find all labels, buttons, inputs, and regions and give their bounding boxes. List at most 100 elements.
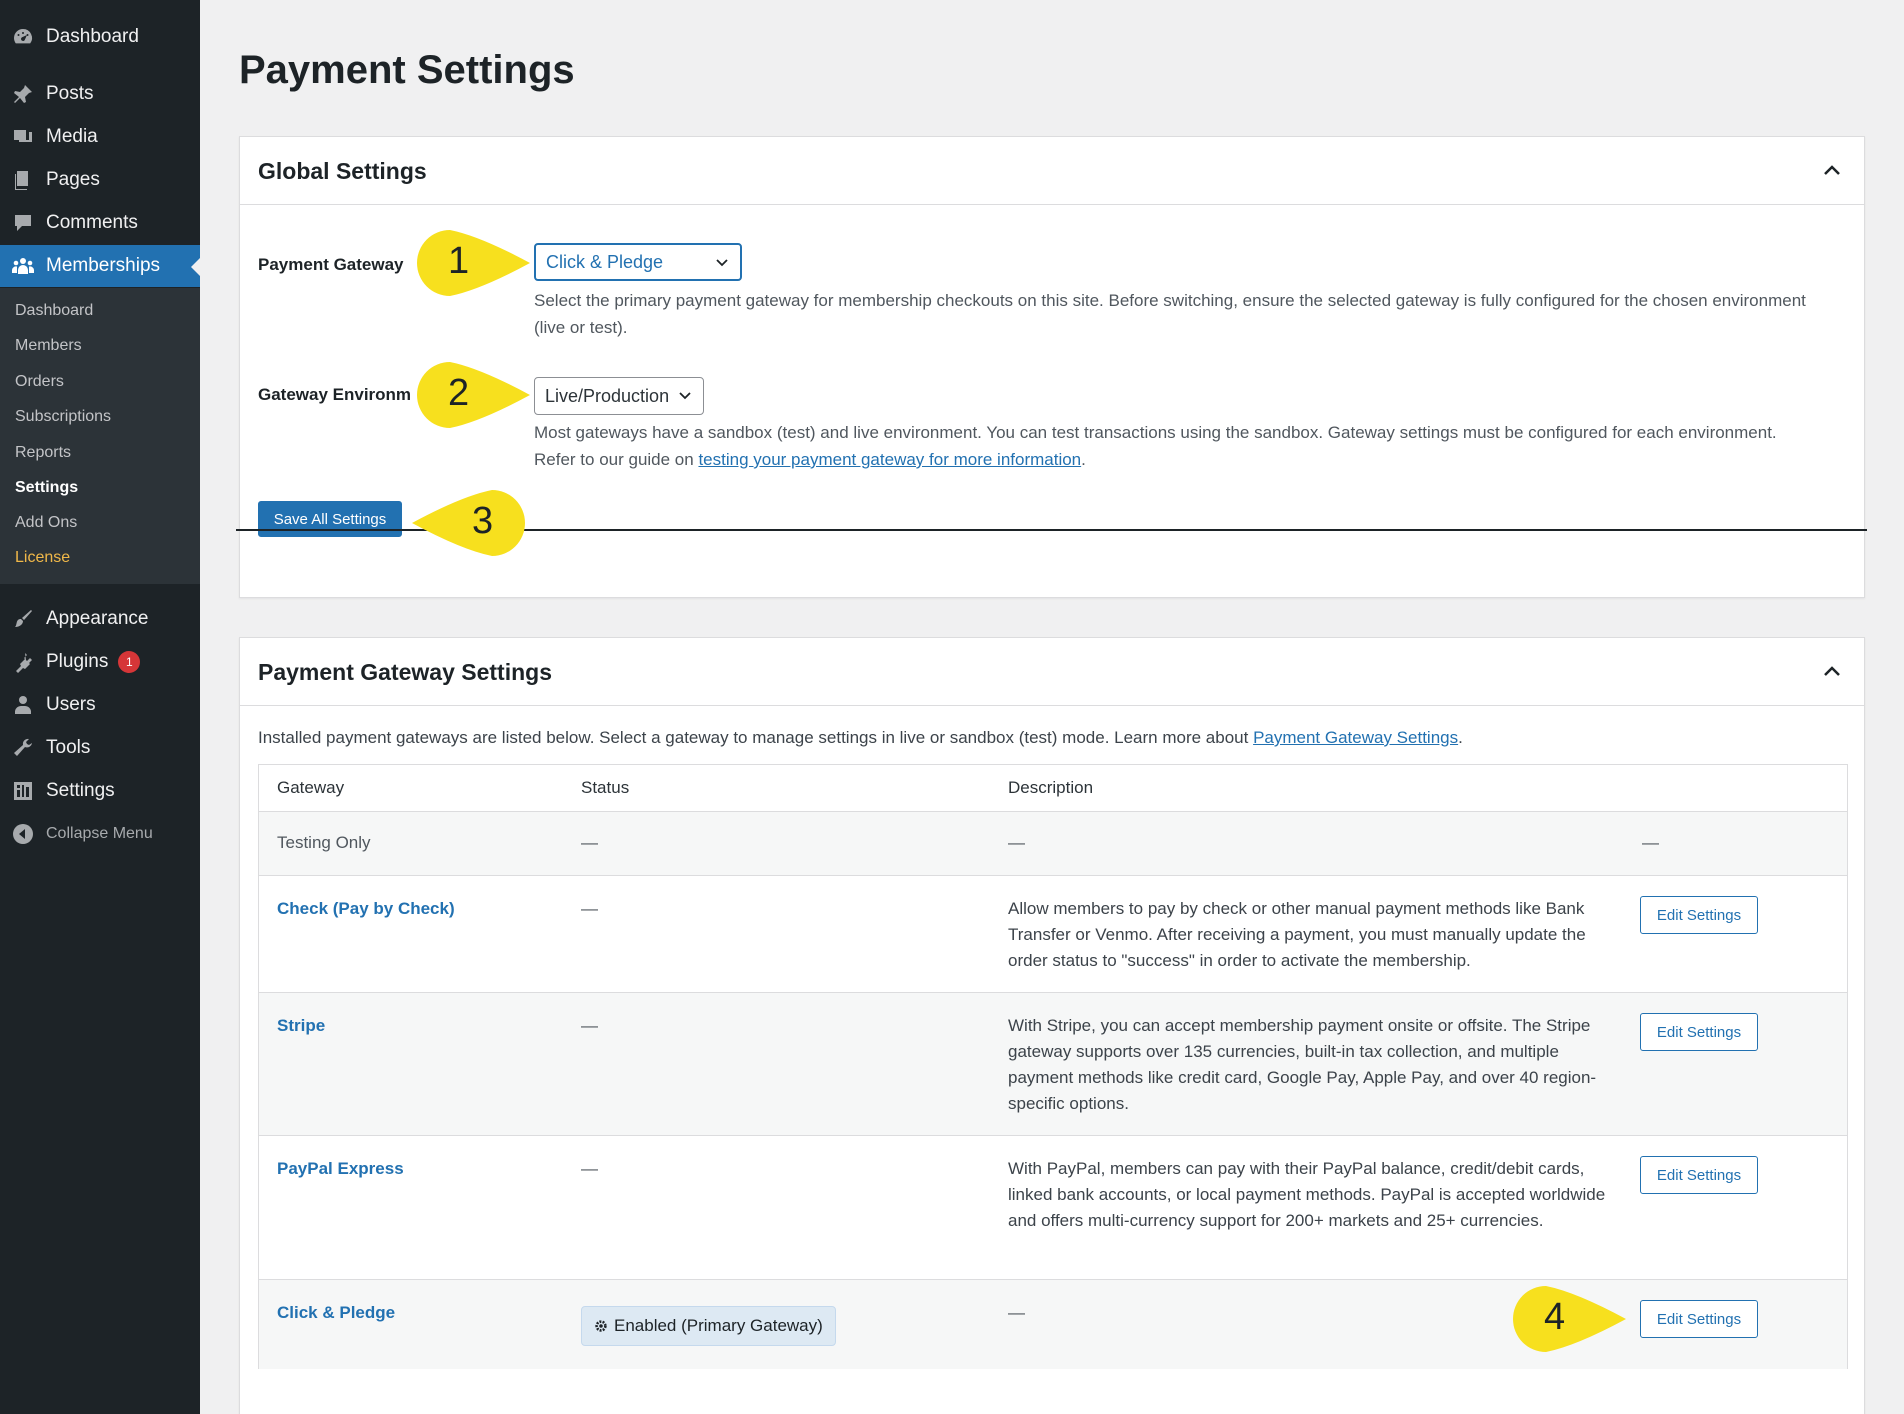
status-text: Enabled (Primary Gateway)	[614, 1316, 823, 1335]
gear-icon	[595, 1320, 607, 1332]
menu-label: Plugins	[46, 651, 109, 672]
collapse-menu-button[interactable]: Collapse Menu	[0, 813, 200, 855]
callout-number: 3	[472, 500, 494, 542]
settings-icon	[10, 778, 36, 804]
chevron-down-icon	[716, 259, 728, 267]
environment-help-line: Refer to our guide on testing your payme…	[534, 446, 1854, 473]
gateway-description: Allow members to pay by check or other m…	[1008, 899, 1586, 970]
table-row: PayPal Express — With PayPal, members ca…	[259, 1135, 1847, 1279]
collapse-label: Collapse Menu	[46, 825, 153, 842]
menu-memberships[interactable]: Memberships	[0, 245, 200, 287]
edit-settings-button[interactable]: Edit Settings	[1640, 1300, 1758, 1338]
wrench-icon	[10, 735, 36, 761]
payment-gateway-label: Payment Gateway	[258, 255, 404, 274]
menu-settings[interactable]: Settings	[0, 770, 200, 812]
select-value: Live/Production	[545, 385, 670, 406]
column-header-status: Status	[581, 778, 630, 797]
gateway-environment-label: Gateway Environment	[258, 385, 410, 404]
gateway-status: —	[581, 833, 598, 852]
gateway-environment-select[interactable]: Live/Production	[534, 377, 704, 415]
gateway-name-link[interactable]: Stripe	[277, 1013, 325, 1039]
callout-1: 1	[410, 228, 532, 298]
submenu-subscriptions[interactable]: Subscriptions	[15, 408, 111, 426]
panel-title: Payment Gateway Settings	[258, 659, 552, 685]
menu-label: Pages	[46, 169, 100, 190]
help-text: .	[1081, 450, 1086, 469]
gateway-table: Gateway Status Description Testing Only …	[258, 764, 1848, 1369]
gateway-intro: Installed payment gateways are listed be…	[258, 728, 1463, 748]
help-text: Refer to our guide on	[534, 450, 699, 469]
environment-help: Most gateways have a sandbox (test) and …	[534, 419, 1854, 473]
gateway-status: —	[581, 899, 598, 918]
submenu-dashboard[interactable]: Dashboard	[15, 302, 93, 320]
testing-guide-link[interactable]: testing your payment gateway for more in…	[698, 450, 1081, 469]
gateway-name-link[interactable]: Check (Pay by Check)	[277, 896, 455, 922]
payment-gateway-help: Select the primary payment gateway for m…	[534, 291, 1806, 337]
select-value: Click & Pledge	[546, 251, 664, 272]
gateway-description: —	[1008, 1303, 1025, 1322]
menu-pages[interactable]: Pages	[0, 159, 200, 201]
callout-3: 3	[410, 488, 532, 558]
menu-label: Tools	[46, 737, 91, 758]
menu-plugins[interactable]: Plugins 1	[0, 641, 200, 683]
environment-help-line: Most gateways have a sandbox (test) and …	[534, 423, 1777, 442]
menu-label: Memberships	[46, 255, 161, 276]
menu-label: Posts	[46, 83, 94, 104]
plugin-icon	[10, 649, 36, 675]
chevron-up-icon[interactable]	[1820, 660, 1844, 684]
users-icon	[10, 692, 36, 718]
menu-label: Appearance	[46, 608, 149, 629]
active-indicator	[191, 258, 200, 276]
menu-comments[interactable]: Comments	[0, 202, 200, 244]
gateway-name-link[interactable]: PayPal Express	[277, 1156, 404, 1182]
panel-title: Global Settings	[258, 158, 427, 184]
callout-2: 2	[410, 360, 532, 430]
callout-number: 1	[448, 240, 470, 282]
page-title: Payment Settings	[239, 48, 575, 92]
menu-label: Settings	[46, 780, 115, 801]
status-badge: Enabled (Primary Gateway)	[581, 1306, 836, 1346]
environment-label-wrap: Gateway Environment	[258, 385, 410, 405]
gateway-status: —	[581, 1159, 598, 1178]
menu-label: Comments	[46, 212, 138, 233]
table-row: Testing Only — — —	[259, 811, 1847, 875]
submenu-settings[interactable]: Settings	[15, 479, 78, 497]
comments-icon	[10, 210, 36, 236]
save-all-settings-button[interactable]: Save All Settings	[258, 501, 402, 537]
menu-dashboard[interactable]: Dashboard	[0, 16, 200, 58]
update-count-badge: 1	[118, 651, 141, 673]
edit-settings-button[interactable]: Edit Settings	[1640, 1013, 1758, 1051]
menu-label: Users	[46, 694, 96, 715]
submenu-license[interactable]: License	[15, 549, 70, 567]
groups-icon	[10, 253, 36, 279]
intro-text: .	[1458, 728, 1463, 747]
chevron-up-icon[interactable]	[1820, 159, 1844, 183]
menu-posts[interactable]: Posts	[0, 73, 200, 115]
dashboard-icon	[10, 24, 36, 50]
gateway-name: Testing Only	[277, 833, 371, 852]
submenu-orders[interactable]: Orders	[15, 373, 64, 391]
gateway-name-link[interactable]: Click & Pledge	[277, 1300, 395, 1326]
edit-settings-button[interactable]: Edit Settings	[1640, 1156, 1758, 1194]
collapse-icon	[10, 821, 36, 847]
intro-text: Installed payment gateways are listed be…	[258, 728, 1254, 747]
menu-label: Dashboard	[46, 26, 139, 47]
gateway-settings-link[interactable]: Payment Gateway Settings	[1253, 728, 1458, 747]
submenu-reports[interactable]: Reports	[15, 444, 71, 462]
submenu-members[interactable]: Members	[15, 337, 82, 355]
menu-appearance[interactable]: Appearance	[0, 598, 200, 640]
submenu-add-ons[interactable]: Add Ons	[15, 514, 77, 532]
edit-settings-button[interactable]: Edit Settings	[1640, 896, 1758, 934]
table-row: Stripe — With Stripe, you can accept mem…	[259, 992, 1847, 1135]
column-header-description: Description	[1008, 778, 1094, 797]
menu-users[interactable]: Users	[0, 684, 200, 726]
payment-gateway-select[interactable]: Click & Pledge	[534, 243, 742, 281]
panel-header: Global Settings	[240, 137, 1864, 205]
panel-header: Payment Gateway Settings	[240, 638, 1864, 706]
gateway-action: —	[1642, 833, 1659, 852]
admin-sidebar: Dashboard Posts Media Pages Comments Mem…	[0, 0, 200, 1414]
menu-media[interactable]: Media	[0, 116, 200, 158]
menu-tools[interactable]: Tools	[0, 727, 200, 769]
table-row: Check (Pay by Check) — Allow members to …	[259, 875, 1847, 992]
pin-icon	[10, 81, 36, 107]
